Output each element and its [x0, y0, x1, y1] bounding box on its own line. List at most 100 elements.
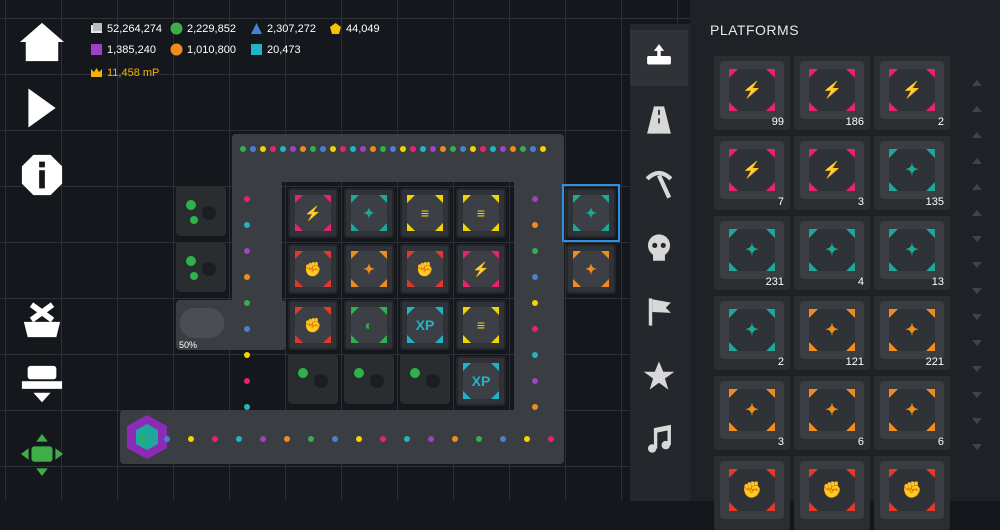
platform-preview: ✊: [880, 461, 944, 519]
scroll-down-icon[interactable]: [972, 340, 982, 346]
cyan-resource: 20,473: [250, 43, 301, 56]
platform-tile[interactable]: ⚡: [288, 188, 338, 238]
tab-pickaxe[interactable]: [630, 158, 688, 214]
move-button[interactable]: [16, 430, 68, 480]
tab-flag[interactable]: [630, 286, 688, 342]
platform-tile[interactable]: ✦: [344, 244, 394, 294]
platform-card[interactable]: ✦ 13: [874, 216, 950, 290]
platform-tile[interactable]: ⚡: [456, 244, 506, 294]
scroll-down-icon[interactable]: [972, 366, 982, 372]
market-hub[interactable]: [124, 414, 170, 460]
platform-tile[interactable]: ≡: [456, 188, 506, 238]
platform-tile[interactable]: XP: [456, 356, 506, 406]
card-count: 135: [925, 196, 944, 208]
scroll-down-icon[interactable]: [972, 314, 982, 320]
scroll-down-icon[interactable]: [972, 236, 982, 242]
module-icon: ≡: [420, 205, 430, 221]
scroll-down-icon[interactable]: [972, 288, 982, 294]
platform-card[interactable]: ✊: [794, 456, 870, 530]
platform-tile[interactable]: ✊: [400, 244, 450, 294]
module-icon: ≡: [476, 205, 486, 221]
ore-deposit: [176, 186, 226, 236]
stack-button[interactable]: [16, 362, 68, 410]
module-icon: ≡: [476, 317, 486, 333]
platform-card[interactable]: ✦ 6: [794, 376, 870, 450]
platform-card[interactable]: ✦ 231: [714, 216, 790, 290]
platform-tile[interactable]: ≡: [400, 188, 450, 238]
home-button[interactable]: [14, 18, 70, 66]
scroll-up-icon[interactable]: [972, 80, 982, 86]
belt-item: [164, 436, 170, 442]
game-board[interactable]: 52,264,274 2,229,852 2,307,272 44,049 1,…: [0, 0, 690, 501]
tab-star[interactable]: [630, 350, 688, 406]
scroll-up-icon[interactable]: [972, 210, 982, 216]
belt-item: [476, 436, 482, 442]
card-count: 6: [937, 436, 944, 448]
platform-card[interactable]: ⚡ 186: [794, 56, 870, 130]
belt-item: [532, 222, 538, 228]
platform-tile[interactable]: ◐: [344, 300, 394, 350]
platform-card[interactable]: ✦ 121: [794, 296, 870, 370]
info-button[interactable]: [16, 152, 68, 198]
scroll-down-icon[interactable]: [972, 444, 982, 450]
tab-road[interactable]: [630, 94, 688, 150]
move-icon: [20, 433, 64, 477]
card-count: 13: [931, 276, 944, 288]
platform-tile[interactable]: ✊: [288, 244, 338, 294]
belt-item: [244, 378, 250, 384]
scroll-up-icon[interactable]: [972, 184, 982, 190]
platform-card[interactable]: ✦ 135: [874, 136, 950, 210]
platform-tile[interactable]: ✊: [288, 300, 338, 350]
demolish-button[interactable]: [16, 296, 68, 344]
belt-item: [380, 436, 386, 442]
platform-preview: ⚡: [800, 61, 864, 119]
belt-item: [428, 436, 434, 442]
belt-item: [532, 196, 538, 202]
platform-tile[interactable]: ≡: [456, 300, 506, 350]
platform-card[interactable]: ⚡ 7: [714, 136, 790, 210]
platforms-icon: [642, 39, 676, 78]
scroll-up-icon[interactable]: [972, 158, 982, 164]
platform-card[interactable]: ✦ 221: [874, 296, 950, 370]
platform-card[interactable]: ⚡ 2: [874, 56, 950, 130]
platform-preview: ⚡: [720, 141, 784, 199]
platform-preview: ⚡: [720, 61, 784, 119]
module-icon: ✦: [585, 260, 597, 277]
platform-card[interactable]: ⚡ 3: [794, 136, 870, 210]
play-button[interactable]: [14, 82, 70, 134]
platform-tile[interactable]: ✦: [344, 188, 394, 238]
platform-card[interactable]: ✊: [714, 456, 790, 530]
belt-item: [350, 146, 356, 152]
scroll-down-icon[interactable]: [972, 418, 982, 424]
platform-tile[interactable]: XP: [400, 300, 450, 350]
scroll-down-icon[interactable]: [972, 262, 982, 268]
scroll-up-icon[interactable]: [972, 106, 982, 112]
platform-card[interactable]: ✦ 3: [714, 376, 790, 450]
belt-item: [430, 146, 436, 152]
belt-item: [532, 326, 538, 332]
module-icon: ⚡: [822, 162, 842, 179]
card-count: 7: [777, 196, 784, 208]
platform-card[interactable]: ✦ 2: [714, 296, 790, 370]
module-icon: ✊: [304, 260, 322, 277]
belt-item: [490, 146, 496, 152]
green-ore-icon: [170, 22, 183, 35]
card-count: 6: [857, 436, 864, 448]
tab-platforms[interactable]: [630, 30, 688, 86]
platform-card[interactable]: ✦ 6: [874, 376, 950, 450]
platform-card[interactable]: ⚡ 99: [714, 56, 790, 130]
factory[interactable]: 50%: [176, 302, 228, 350]
platform-card[interactable]: ✦ 4: [794, 216, 870, 290]
scroll-up-icon[interactable]: [972, 132, 982, 138]
card-count: 99: [771, 116, 784, 128]
platform-tile[interactable]: ✦: [566, 244, 616, 294]
scroll-down-icon[interactable]: [972, 392, 982, 398]
blue-resource: 2,307,272: [250, 22, 316, 35]
belt-item: [400, 146, 406, 152]
platform-card[interactable]: ✊: [874, 456, 950, 530]
platform-tile[interactable]: ✦: [566, 188, 616, 238]
tab-skull[interactable]: [630, 222, 688, 278]
module-icon: XP: [415, 317, 435, 333]
tab-music[interactable]: [630, 414, 688, 470]
belt-item: [244, 222, 250, 228]
